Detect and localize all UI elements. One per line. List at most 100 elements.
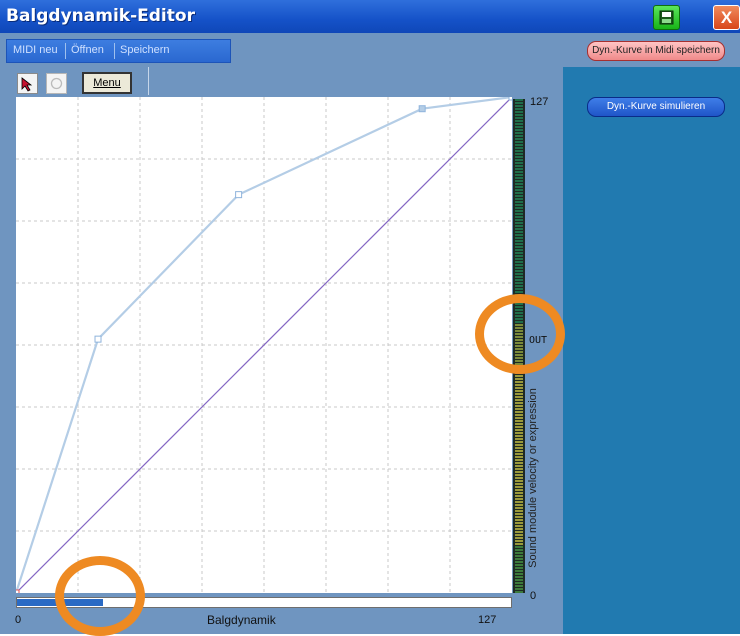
meter-segment [515,153,523,155]
meter-segment [515,108,523,110]
meter-segment [515,474,523,476]
meter-segment [515,447,523,449]
meter-segment [515,264,523,266]
save-icon-button[interactable] [653,5,680,30]
meter-segment [515,540,523,542]
meter-segment [515,129,523,131]
meter-segment [515,378,523,380]
meter-segment [515,411,523,413]
curve-control-point[interactable] [94,335,102,343]
meter-segment [515,384,523,386]
meter-segment [515,102,523,104]
meter-segment [515,135,523,137]
meter-segment [515,210,523,212]
meter-segment [515,207,523,209]
meter-segment [515,462,523,464]
title-bar: Balgdynamik-Editor X [0,0,740,33]
meter-segment [515,507,523,509]
right-panel [563,67,740,634]
meter-segment [515,387,523,389]
dynamics-curve-chart[interactable] [16,97,512,593]
curve-control-point[interactable] [235,191,243,199]
meter-segment [515,519,523,521]
meter-segment [515,252,523,254]
save-curve-to-midi-button[interactable]: Dyn.-Kurve in Midi speichern [587,41,725,61]
meter-segment [515,570,523,572]
meter-segment [515,117,523,119]
circle-icon [50,77,63,90]
meter-segment [515,261,523,263]
meter-segment [515,138,523,140]
meter-segment [515,180,523,182]
meter-segment [515,222,523,224]
meter-segment [515,579,523,581]
meter-segment [515,546,523,548]
meter-segment [515,183,523,185]
meter-segment [515,408,523,410]
meter-segment [515,201,523,203]
meter-segment [515,423,523,425]
curve-control-point[interactable] [418,105,426,113]
meter-segment [515,501,523,503]
pointer-tool-button[interactable] [17,73,38,94]
meter-segment [515,555,523,557]
menu-item-midi-neu[interactable]: MIDI neu [13,44,58,56]
meter-segment [515,204,523,206]
meter-segment [515,168,523,170]
meter-segment [515,390,523,392]
x-axis-label: Balgdynamik [207,613,276,627]
meter-segment [515,276,523,278]
menu-item-open[interactable]: Öffnen [71,44,104,56]
meter-segment [515,162,523,164]
meter-segment [515,240,523,242]
meter-segment [515,231,523,233]
meter-segment [515,144,523,146]
meter-segment [515,567,523,569]
menu-bar: MIDI neu Öffnen Speichern [6,39,231,63]
meter-segment [515,504,523,506]
meter-segment [515,525,523,527]
meter-segment [515,564,523,566]
x-axis-min-label: 0 [15,614,22,626]
meter-segment [515,279,523,281]
menu-item-save[interactable]: Speichern [120,44,170,56]
point-tool-button[interactable] [46,73,67,94]
meter-segment [515,420,523,422]
meter-segment [515,441,523,443]
meter-segment [515,126,523,128]
meter-segment [515,498,523,500]
meter-segment [515,561,523,563]
y-axis-label: Sound module velocity or expression [527,388,539,568]
arrow-cursor-icon [21,77,33,92]
simulate-curve-button[interactable]: Dyn.-Kurve simulieren [587,97,725,117]
meter-segment [515,573,523,575]
curve-control-point[interactable] [16,589,20,593]
meter-segment [515,576,523,578]
meter-segment [515,381,523,383]
meter-segment [515,399,523,401]
meter-segment [515,477,523,479]
meter-segment [515,234,523,236]
meter-segment [515,582,523,584]
menu-button[interactable]: Menu [82,72,132,94]
meter-segment [515,228,523,230]
meter-segment [515,471,523,473]
meter-segment [515,516,523,518]
close-button[interactable]: X [713,5,740,30]
meter-segment [515,465,523,467]
x-axis-max-label: 127 [478,614,497,626]
meter-segment [515,123,523,125]
meter-segment [515,591,523,593]
meter-segment [515,396,523,398]
curve-control-point[interactable] [508,97,512,101]
meter-segment [515,150,523,152]
meter-segment [515,105,523,107]
meter-segment [515,480,523,482]
meter-segment [515,120,523,122]
meter-segment [515,282,523,284]
meter-segment [515,288,523,290]
meter-segment [515,489,523,491]
meter-segment [515,192,523,194]
meter-segment [515,213,523,215]
meter-segment [515,405,523,407]
